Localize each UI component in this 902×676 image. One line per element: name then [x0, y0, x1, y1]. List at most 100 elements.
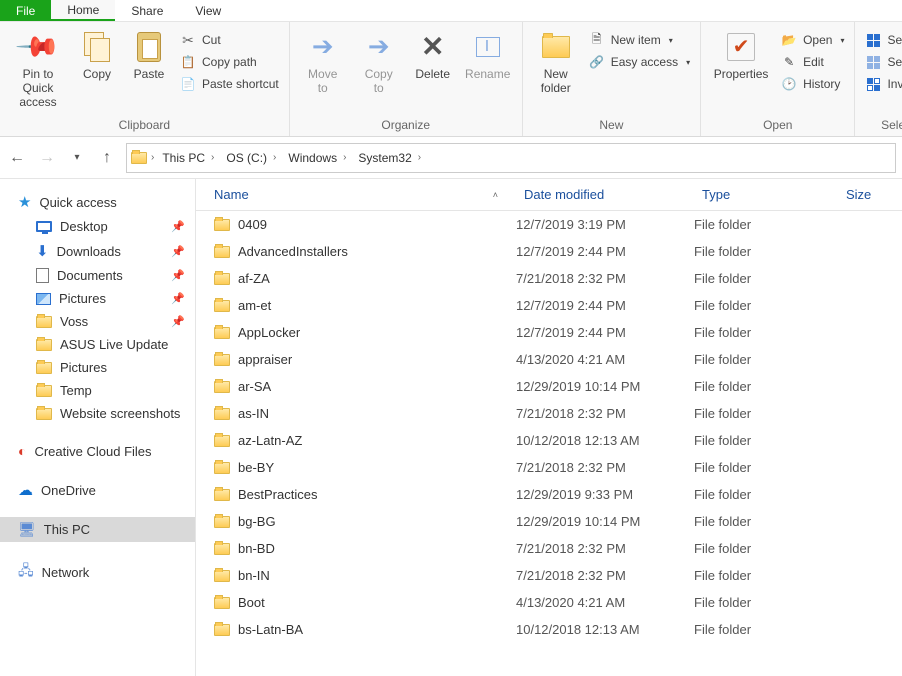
- easy-access-icon: 🔗: [589, 54, 605, 70]
- copy-to-button[interactable]: ➔ Copy to: [352, 26, 406, 100]
- sidebar-item[interactable]: ⬇Downloads📌: [0, 238, 195, 264]
- paste-shortcut-icon: 📄: [180, 76, 196, 92]
- new-item-icon: 🗎: [589, 32, 605, 48]
- paste-shortcut-button[interactable]: 📄 Paste shortcut: [176, 74, 283, 94]
- folder-icon: [214, 300, 230, 312]
- up-button[interactable]: ↑: [96, 147, 118, 169]
- sidebar-quick-access[interactable]: ★ Quick access: [0, 189, 195, 215]
- sidebar-creative-cloud[interactable]: ◐ Creative Cloud Files: [0, 439, 195, 463]
- table-row[interactable]: af-ZA7/21/2018 2:32 PMFile folder: [196, 265, 902, 292]
- column-header-size[interactable]: Size: [838, 187, 902, 202]
- table-row[interactable]: AppLocker12/7/2019 2:44 PMFile folder: [196, 319, 902, 346]
- back-button[interactable]: ←: [6, 147, 28, 169]
- folder-icon: [36, 408, 52, 420]
- paste-label: Paste: [134, 68, 165, 82]
- sidebar-item[interactable]: Website screenshots: [0, 402, 195, 425]
- edit-button[interactable]: ✎ Edit: [777, 52, 848, 72]
- sidebar-item[interactable]: Voss📌: [0, 310, 195, 333]
- paste-icon: [132, 30, 166, 64]
- table-row[interactable]: Boot4/13/2020 4:21 AMFile folder: [196, 589, 902, 616]
- file-list: 040912/7/2019 3:19 PMFile folderAdvanced…: [196, 211, 902, 643]
- column-header-type[interactable]: Type: [694, 187, 838, 202]
- sidebar-item[interactable]: Pictures: [0, 356, 195, 379]
- file-type: File folder: [694, 541, 838, 556]
- table-row[interactable]: ar-SA12/29/2019 10:14 PMFile folder: [196, 373, 902, 400]
- file-date: 7/21/2018 2:32 PM: [516, 568, 694, 583]
- copy-path-button[interactable]: 📋 Copy path: [176, 52, 283, 72]
- chevron-down-icon: ▾: [686, 58, 690, 67]
- sidebar-item[interactable]: Desktop📌: [0, 215, 195, 238]
- breadcrumb-drive[interactable]: OS (C:)›: [222, 151, 280, 165]
- sidebar-this-pc[interactable]: 🖥 This PC: [0, 517, 195, 542]
- folder-icon: [36, 316, 52, 328]
- tab-view[interactable]: View: [179, 0, 237, 21]
- open-button[interactable]: 📂 Open ▾: [777, 30, 848, 50]
- invert-selection-button[interactable]: Invert: [861, 74, 902, 94]
- file-name: bn-IN: [238, 568, 270, 583]
- move-to-button[interactable]: ➔ Move to: [296, 26, 350, 100]
- file-type: File folder: [694, 514, 838, 529]
- table-row[interactable]: bg-BG12/29/2019 10:14 PMFile folder: [196, 508, 902, 535]
- sidebar-item[interactable]: Temp: [0, 379, 195, 402]
- sidebar-item[interactable]: Documents📌: [0, 264, 195, 287]
- table-row[interactable]: bs-Latn-BA10/12/2018 12:13 AMFile folder: [196, 616, 902, 643]
- table-row[interactable]: az-Latn-AZ10/12/2018 12:13 AMFile folder: [196, 427, 902, 454]
- folder-icon: [214, 381, 230, 393]
- file-name: Boot: [238, 595, 265, 610]
- sidebar-item[interactable]: Pictures📌: [0, 287, 195, 310]
- copy-button[interactable]: Copy: [72, 26, 122, 86]
- chevron-right-icon: ›: [151, 152, 154, 163]
- file-date: 12/29/2019 10:14 PM: [516, 379, 694, 394]
- column-header-date[interactable]: Date modified: [516, 187, 694, 202]
- folder-icon: [214, 354, 230, 366]
- tab-home[interactable]: Home: [51, 0, 115, 21]
- cut-button[interactable]: ✂ Cut: [176, 30, 283, 50]
- breadcrumb-thispc[interactable]: This PC›: [158, 151, 218, 165]
- navigation-pane: ★ Quick access Desktop📌⬇Downloads📌Docume…: [0, 179, 196, 676]
- table-row[interactable]: as-IN7/21/2018 2:32 PMFile folder: [196, 400, 902, 427]
- rename-button[interactable]: Rename: [460, 26, 516, 86]
- easy-access-button[interactable]: 🔗 Easy access ▾: [585, 52, 694, 72]
- breadcrumb-windows[interactable]: Windows›: [284, 151, 350, 165]
- file-type: File folder: [694, 460, 838, 475]
- table-row[interactable]: 040912/7/2019 3:19 PMFile folder: [196, 211, 902, 238]
- properties-button[interactable]: ✔ Properties: [707, 26, 775, 86]
- table-row[interactable]: AdvancedInstallers12/7/2019 2:44 PMFile …: [196, 238, 902, 265]
- table-row[interactable]: am-et12/7/2019 2:44 PMFile folder: [196, 292, 902, 319]
- sidebar-network[interactable]: 🖧 Network: [0, 556, 195, 588]
- table-row[interactable]: appraiser4/13/2020 4:21 AMFile folder: [196, 346, 902, 373]
- file-name: am-et: [238, 298, 271, 313]
- file-name: ar-SA: [238, 379, 271, 394]
- paste-button[interactable]: Paste: [124, 26, 174, 86]
- ribbon-group-clipboard: 📌 Pin to Quick access Copy Paste ✂ Cut 📋…: [0, 22, 290, 136]
- new-folder-button[interactable]: New folder: [529, 26, 583, 100]
- move-to-icon: ➔: [306, 30, 340, 64]
- delete-button[interactable]: ✕ Delete: [408, 26, 458, 86]
- pin-icon: 📌: [171, 292, 185, 305]
- column-header-name[interactable]: Name ˄: [196, 187, 516, 202]
- sidebar-onedrive[interactable]: ☁ OneDrive: [0, 477, 195, 503]
- pin-quick-access-button[interactable]: 📌 Pin to Quick access: [6, 26, 70, 113]
- star-icon: ★: [18, 193, 31, 211]
- rename-icon: [471, 30, 505, 64]
- forward-button[interactable]: →: [36, 147, 58, 169]
- new-item-button[interactable]: 🗎 New item ▾: [585, 30, 694, 50]
- table-row[interactable]: bn-BD7/21/2018 2:32 PMFile folder: [196, 535, 902, 562]
- history-button[interactable]: 🕑 History: [777, 74, 848, 94]
- select-all-button[interactable]: Select: [861, 30, 902, 50]
- table-row[interactable]: be-BY7/21/2018 2:32 PMFile folder: [196, 454, 902, 481]
- sidebar-item[interactable]: ASUS Live Update: [0, 333, 195, 356]
- table-row[interactable]: bn-IN7/21/2018 2:32 PMFile folder: [196, 562, 902, 589]
- breadcrumb-system32[interactable]: System32›: [354, 151, 425, 165]
- tab-share[interactable]: Share: [115, 0, 179, 21]
- table-row[interactable]: BestPractices12/29/2019 9:33 PMFile fold…: [196, 481, 902, 508]
- address-bar[interactable]: › This PC› OS (C:)› Windows› System32›: [126, 143, 896, 173]
- pc-icon: 🖥: [18, 521, 36, 538]
- file-type: File folder: [694, 298, 838, 313]
- recent-locations-button[interactable]: ▾: [66, 147, 88, 169]
- organize-group-label: Organize: [296, 116, 516, 136]
- folder-icon: [214, 516, 230, 528]
- tab-file[interactable]: File: [0, 0, 51, 21]
- sort-indicator-icon: ˄: [493, 190, 498, 200]
- select-none-button[interactable]: Select: [861, 52, 902, 72]
